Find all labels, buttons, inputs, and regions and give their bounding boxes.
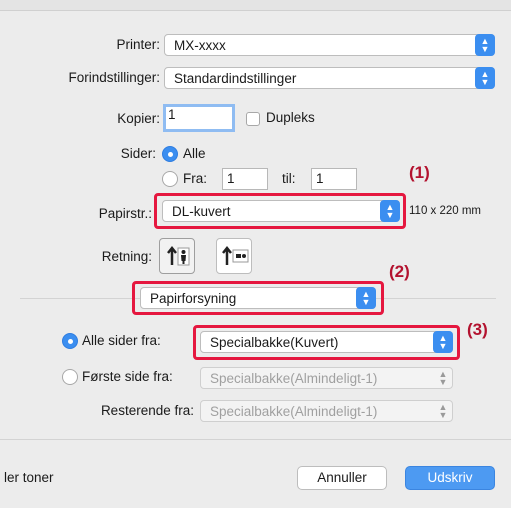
remaining-select[interactable]: Specialbakke(Almindeligt-1) ▲ ▼	[200, 400, 453, 422]
pages-to-field[interactable]: 1	[311, 168, 357, 190]
pages-from-label: Fra:	[183, 171, 208, 186]
dialog-top-edge	[0, 0, 511, 11]
copies-field[interactable]: 1	[163, 104, 235, 132]
stepper-arrows-icon: ▲ ▼	[433, 331, 453, 353]
remaining-value: Specialbakke(Almindeligt-1)	[210, 404, 378, 419]
duplex-checkbox[interactable]	[246, 112, 260, 126]
callout-2: (2)	[389, 262, 410, 281]
printer-label: Printer:	[116, 37, 160, 52]
paper-size-dimensions: 110 x 220 mm	[409, 205, 482, 217]
all-pages-radio[interactable]	[62, 333, 78, 349]
copies-label: Kopier:	[117, 111, 160, 126]
printer-select-value: MX-xxxx	[174, 38, 226, 53]
duplex-label: Dupleks	[266, 110, 315, 125]
pages-all-radio[interactable]	[162, 146, 178, 162]
cancel-button[interactable]: Annuller	[297, 466, 387, 490]
stepper-arrows-icon: ▲ ▼	[356, 287, 376, 309]
first-page-select[interactable]: Specialbakke(Almindeligt-1) ▲ ▼	[200, 367, 453, 389]
pages-all-label: Alle	[183, 146, 206, 161]
portrait-orientation-icon	[167, 245, 190, 266]
section-select-value: Papirforsyning	[150, 291, 237, 306]
printer-select[interactable]: MX-xxxx ▲ ▼	[164, 34, 495, 56]
supply-levels-text[interactable]: ler toner	[4, 470, 54, 485]
orientation-label: Retning:	[101, 249, 152, 264]
first-page-value: Specialbakke(Almindeligt-1)	[210, 371, 378, 386]
all-pages-label: Alle sider fra:	[82, 333, 161, 348]
pages-to-label: til:	[282, 171, 296, 186]
presets-select[interactable]: Standardindstillinger ▲ ▼	[164, 67, 495, 89]
stepper-arrows-icon: ▲ ▼	[438, 369, 448, 387]
print-dialog: Printer: MX-xxxx ▲ ▼ Forindstillinger: St…	[0, 0, 511, 508]
orientation-landscape-button[interactable]	[216, 238, 252, 274]
stepper-arrows-icon: ▲ ▼	[475, 67, 495, 89]
print-button[interactable]: Udskriv	[405, 466, 495, 490]
all-pages-select[interactable]: Specialbakke(Kuvert) ▲ ▼	[200, 331, 453, 353]
callout-3: (3)	[467, 320, 488, 339]
stepper-arrows-icon: ▲ ▼	[380, 200, 400, 222]
stepper-arrows-icon: ▲ ▼	[475, 34, 495, 56]
first-page-label: Første side fra:	[82, 369, 173, 384]
first-page-radio[interactable]	[62, 369, 78, 385]
pages-from-field[interactable]: 1	[222, 168, 268, 190]
pages-label: Sider:	[120, 146, 156, 161]
pages-from-radio[interactable]	[162, 171, 178, 187]
orientation-portrait-button[interactable]	[159, 238, 195, 274]
paper-size-select[interactable]: DL-kuvert ▲ ▼	[162, 200, 400, 222]
section-select[interactable]: Papirforsyning ▲ ▼	[140, 287, 376, 309]
landscape-orientation-icon	[222, 245, 249, 265]
footer-divider	[0, 439, 511, 440]
presets-select-value: Standardindstillinger	[174, 71, 297, 86]
remaining-label: Resterende fra:	[100, 403, 194, 418]
all-pages-value: Specialbakke(Kuvert)	[210, 335, 339, 350]
stepper-arrows-icon: ▲ ▼	[438, 402, 448, 420]
paper-size-value: DL-kuvert	[172, 204, 231, 219]
presets-label: Forindstillinger:	[68, 70, 160, 85]
callout-1: (1)	[409, 163, 430, 182]
paper-size-label: Papirstr.:	[98, 206, 152, 221]
